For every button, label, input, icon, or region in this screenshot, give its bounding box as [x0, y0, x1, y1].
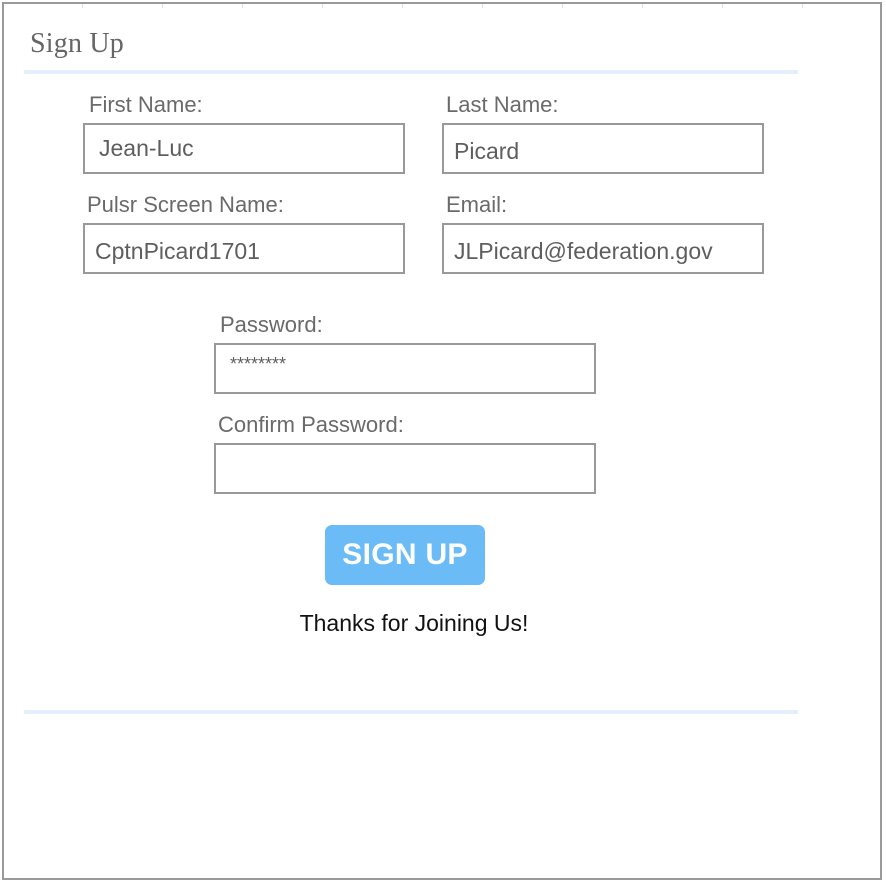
signup-button[interactable]: SIGN UP: [325, 525, 485, 585]
grid-line: [642, 4, 643, 8]
last-name-label: Last Name:: [446, 92, 559, 117]
first-name-label: First Name:: [89, 92, 203, 117]
confirm-password-label: Confirm Password:: [218, 412, 404, 437]
grid-line: [482, 4, 483, 8]
grid-line: [82, 4, 83, 8]
email-input[interactable]: [442, 223, 764, 274]
grid-line: [242, 4, 243, 8]
page-title: Sign Up: [30, 28, 124, 59]
grid-line: [802, 4, 803, 8]
grid-line: [722, 4, 723, 8]
grid-line: [162, 4, 163, 8]
grid-line: [402, 4, 403, 8]
password-label: Password:: [220, 312, 323, 337]
screen-name-label: Pulsr Screen Name:: [87, 192, 284, 217]
last-name-input[interactable]: [442, 123, 764, 174]
email-label: Email:: [446, 192, 508, 217]
signup-panel: Sign Up First Name: Last Name: Pulsr Scr…: [2, 2, 882, 880]
confirm-password-input[interactable]: [214, 443, 596, 494]
bottom-divider: [24, 710, 798, 714]
grid-line: [562, 4, 563, 8]
top-divider: [24, 70, 798, 74]
password-input[interactable]: [214, 343, 596, 394]
first-name-input[interactable]: [83, 123, 405, 174]
grid-line: [322, 4, 323, 8]
thanks-message: Thanks for Joining Us!: [299, 610, 529, 636]
screen-name-input[interactable]: [83, 223, 405, 274]
